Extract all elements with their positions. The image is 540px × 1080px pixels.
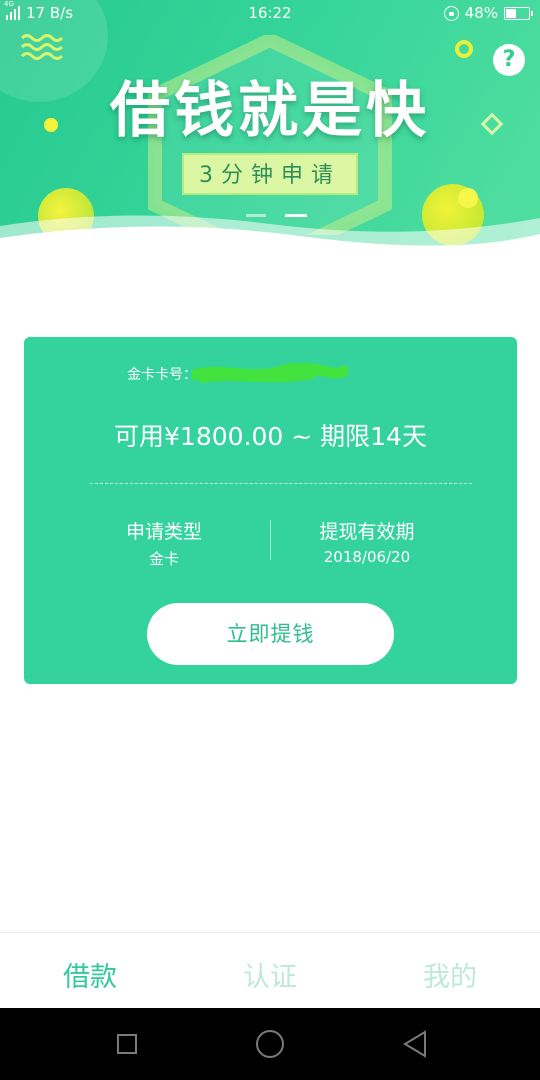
- loan-card: 金卡卡号： 可用¥1800.00 ~ 期限14天 申请类型 金卡 提现有效期 2…: [24, 337, 517, 684]
- withdraw-validity-label: 提现有效期: [319, 521, 415, 543]
- banner-subtitle: 3分钟申请: [182, 153, 358, 195]
- apply-type-label: 申请类型: [125, 521, 202, 543]
- status-right: 48%: [443, 4, 533, 22]
- tab-mine[interactable]: 我的: [360, 955, 540, 994]
- banner-title: 借钱就是快: [110, 76, 430, 146]
- wave-logo-icon: [20, 34, 64, 60]
- card-number-redaction: [192, 363, 348, 383]
- hero-banner[interactable]: 借钱就是快 3分钟申请: [0, 0, 540, 255]
- dashed-divider: [90, 483, 472, 484]
- pager-indicator[interactable]: [246, 214, 266, 217]
- battery-percent: 48%: [464, 4, 498, 22]
- help-button[interactable]: ?: [493, 44, 525, 76]
- apply-type-value: 金卡: [148, 550, 179, 568]
- tab-verify[interactable]: 认证: [180, 955, 360, 994]
- withdraw-now-button[interactable]: 立即提钱: [147, 603, 394, 665]
- battery-icon: [504, 6, 533, 20]
- available-amount: 可用¥1800.00 ~ 期限14天: [114, 422, 427, 451]
- banner-wave-edge: [0, 215, 540, 255]
- withdraw-validity: 提现有效期 2018/06/20: [267, 517, 467, 566]
- apply-type: 申请类型 金卡: [64, 517, 264, 569]
- recent-apps-icon[interactable]: [117, 1034, 137, 1054]
- pager-indicator-active[interactable]: [285, 214, 307, 217]
- home-icon[interactable]: [256, 1030, 284, 1058]
- card-number-label: 金卡卡号：: [127, 367, 197, 383]
- bottom-tab-bar: 借款 认证 我的: [0, 932, 540, 1008]
- decorative-ring: [455, 40, 473, 58]
- lock-rotation-icon: [443, 5, 459, 21]
- status-bar: 4G 17 B/s 16:22 48%: [0, 0, 540, 28]
- system-nav-bar: [0, 1008, 540, 1080]
- tab-borrow[interactable]: 借款: [0, 955, 180, 994]
- back-icon[interactable]: [402, 1030, 428, 1058]
- withdraw-validity-value: 2018/06/20: [323, 548, 411, 566]
